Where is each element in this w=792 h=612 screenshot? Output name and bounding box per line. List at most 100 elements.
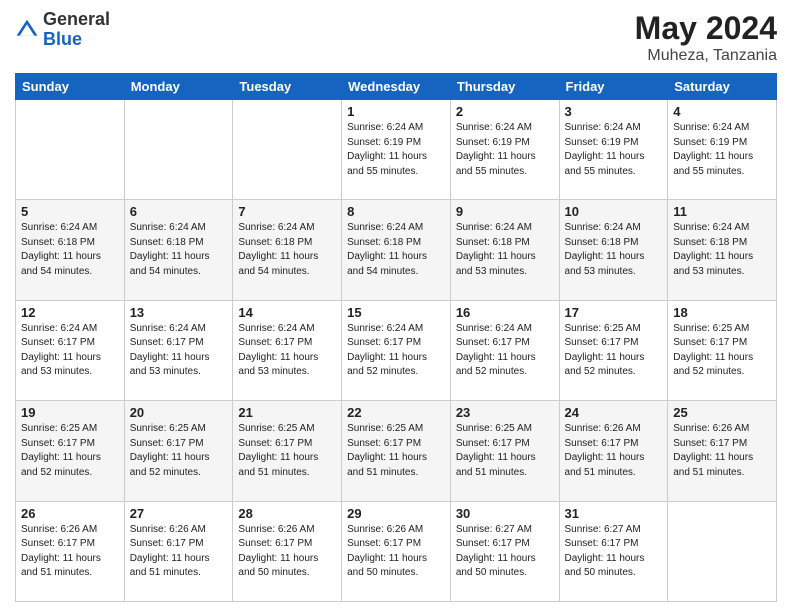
header: General Blue May 2024 Muheza, Tanzania xyxy=(15,10,777,65)
table-cell: 20 Sunrise: 6:25 AM Sunset: 6:17 PM Dayli… xyxy=(124,401,233,501)
day-number: 23 xyxy=(456,405,554,420)
calendar: Sunday Monday Tuesday Wednesday Thursday… xyxy=(15,73,777,602)
table-cell: 13Sunrise: 6:24 AM Sunset: 6:17 PM Dayli… xyxy=(124,300,233,400)
day-number: 12 xyxy=(21,305,119,320)
day-number: 20 xyxy=(130,405,228,420)
day-info: Sunrise: 6:24 AM Sunset: 6:18 PM Dayligh… xyxy=(565,221,663,279)
day-number: 11 xyxy=(673,204,771,219)
day-info: Sunrise: 6:25 AM Sunset: 6:17 PM Dayligh… xyxy=(21,422,119,480)
table-cell: 17 Sunrise: 6:25 AM Sunset: 6:17 PM Dayli… xyxy=(559,300,668,400)
table-cell: 21Sunrise: 6:25 AM Sunset: 6:17 PM Dayli… xyxy=(233,401,342,501)
day-number: 17 xyxy=(565,305,663,320)
day-info: Sunrise: 6:24 AM Sunset: 6:17 PM Dayligh… xyxy=(130,322,228,380)
day-info: Sunrise: 6:24 AM Sunset: 6:19 PM Dayligh… xyxy=(565,121,663,179)
day-info: Sunrise: 6:24 AM Sunset: 6:17 PM Dayligh… xyxy=(238,322,336,380)
day-number: 19 xyxy=(21,405,119,420)
table-cell: 1Sunrise: 6:24 AM Sunset: 6:19 PM Daylig… xyxy=(342,100,451,200)
day-number: 14 xyxy=(238,305,336,320)
day-number: 25 xyxy=(673,405,771,420)
table-cell: 23 Sunrise: 6:25 AM Sunset: 6:17 PM Dayli… xyxy=(450,401,559,501)
day-info: Sunrise: 6:27 AM Sunset: 6:17 PM Dayligh… xyxy=(565,523,663,581)
col-friday: Friday xyxy=(559,74,668,100)
logo-text: General Blue xyxy=(43,10,110,50)
table-cell: 2Sunrise: 6:24 AM Sunset: 6:19 PM Daylig… xyxy=(450,100,559,200)
table-cell: 3Sunrise: 6:24 AM Sunset: 6:19 PM Daylig… xyxy=(559,100,668,200)
table-cell: 14 Sunrise: 6:24 AM Sunset: 6:17 PM Dayli… xyxy=(233,300,342,400)
day-info: Sunrise: 6:24 AM Sunset: 6:18 PM Dayligh… xyxy=(673,221,771,279)
table-cell: 6Sunrise: 6:24 AM Sunset: 6:18 PM Daylig… xyxy=(124,200,233,300)
day-info: Sunrise: 6:24 AM Sunset: 6:18 PM Dayligh… xyxy=(456,221,554,279)
table-cell: 18 Sunrise: 6:25 AM Sunset: 6:17 PM Dayli… xyxy=(668,300,777,400)
table-cell: 8 Sunrise: 6:24 AM Sunset: 6:18 PM Daylig… xyxy=(342,200,451,300)
day-number: 30 xyxy=(456,506,554,521)
table-cell: 10Sunrise: 6:24 AM Sunset: 6:18 PM Dayli… xyxy=(559,200,668,300)
day-info: Sunrise: 6:27 AM Sunset: 6:17 PM Dayligh… xyxy=(456,523,554,581)
col-wednesday: Wednesday xyxy=(342,74,451,100)
logo: General Blue xyxy=(15,10,110,50)
col-sunday: Sunday xyxy=(16,74,125,100)
day-info: Sunrise: 6:24 AM Sunset: 6:17 PM Dayligh… xyxy=(347,322,445,380)
calendar-week-row: 1 Sunrise: 6:24 AM Sunset: 6:19 PM Daylig… xyxy=(16,100,777,200)
day-number: 26 xyxy=(21,506,119,521)
day-info: Sunrise: 6:26 AM Sunset: 6:17 PM Dayligh… xyxy=(673,422,771,480)
table-cell: 15 Sunrise: 6:24 AM Sunset: 6:17 PM Dayli… xyxy=(342,300,451,400)
logo-icon xyxy=(15,18,39,42)
day-info: Sunrise: 6:25 AM Sunset: 6:17 PM Dayligh… xyxy=(673,322,771,380)
day-number: 6 xyxy=(130,204,228,219)
title-block: May 2024 Muheza, Tanzania xyxy=(635,10,777,65)
day-info: Sunrise: 6:25 AM Sunset: 6:17 PM Dayligh… xyxy=(565,322,663,380)
day-number: 8 xyxy=(347,204,445,219)
day-number: 4 xyxy=(673,104,771,119)
day-number: 15 xyxy=(347,305,445,320)
calendar-week-row: 26 Sunrise: 6:26 AM Sunset: 6:17 PM Dayli… xyxy=(16,501,777,601)
col-monday: Monday xyxy=(124,74,233,100)
table-cell xyxy=(16,100,125,200)
day-info: Sunrise: 6:26 AM Sunset: 6:17 PM Dayligh… xyxy=(21,523,119,581)
day-info: Sunrise: 6:25 AM Sunset: 6:17 PM Dayligh… xyxy=(130,422,228,480)
day-number: 5 xyxy=(21,204,119,219)
table-cell: 22Sunrise: 6:25 AM Sunset: 6:17 PM Dayli… xyxy=(342,401,451,501)
table-cell: 4 Sunrise: 6:24 AM Sunset: 6:19 PM Daylig… xyxy=(668,100,777,200)
day-info: Sunrise: 6:24 AM Sunset: 6:18 PM Dayligh… xyxy=(347,221,445,279)
logo-general: General xyxy=(43,9,110,29)
day-info: Sunrise: 6:25 AM Sunset: 6:17 PM Dayligh… xyxy=(456,422,554,480)
day-number: 31 xyxy=(565,506,663,521)
day-number: 18 xyxy=(673,305,771,320)
day-number: 1 xyxy=(347,104,445,119)
day-info: Sunrise: 6:26 AM Sunset: 6:17 PM Dayligh… xyxy=(565,422,663,480)
col-thursday: Thursday xyxy=(450,74,559,100)
calendar-week-row: 19 Sunrise: 6:25 AM Sunset: 6:17 PM Dayli… xyxy=(16,401,777,501)
table-cell: 12Sunrise: 6:24 AM Sunset: 6:17 PM Dayli… xyxy=(16,300,125,400)
table-cell xyxy=(668,501,777,601)
day-number: 24 xyxy=(565,405,663,420)
day-number: 29 xyxy=(347,506,445,521)
location: Muheza, Tanzania xyxy=(635,47,777,65)
day-info: Sunrise: 6:25 AM Sunset: 6:17 PM Dayligh… xyxy=(238,422,336,480)
table-cell: 25 Sunrise: 6:26 AM Sunset: 6:17 PM Dayli… xyxy=(668,401,777,501)
page: General Blue May 2024 Muheza, Tanzania S… xyxy=(0,0,792,612)
day-number: 16 xyxy=(456,305,554,320)
day-number: 9 xyxy=(456,204,554,219)
table-cell xyxy=(233,100,342,200)
table-cell: 26 Sunrise: 6:26 AM Sunset: 6:17 PM Dayli… xyxy=(16,501,125,601)
table-cell: 9 Sunrise: 6:24 AM Sunset: 6:18 PM Daylig… xyxy=(450,200,559,300)
day-info: Sunrise: 6:24 AM Sunset: 6:18 PM Dayligh… xyxy=(21,221,119,279)
calendar-week-row: 12 Sunrise: 6:24 AM Sunset: 6:17 PM Dayli… xyxy=(16,300,777,400)
day-info: Sunrise: 6:26 AM Sunset: 6:17 PM Dayligh… xyxy=(130,523,228,581)
day-info: Sunrise: 6:24 AM Sunset: 6:18 PM Dayligh… xyxy=(238,221,336,279)
month-year: May 2024 xyxy=(635,10,777,47)
col-tuesday: Tuesday xyxy=(233,74,342,100)
table-cell: 30 Sunrise: 6:27 AM Sunset: 6:17 PM Dayli… xyxy=(450,501,559,601)
table-cell: 31 Sunrise: 6:27 AM Sunset: 6:17 PM Dayli… xyxy=(559,501,668,601)
table-cell: 19 Sunrise: 6:25 AM Sunset: 6:17 PM Dayli… xyxy=(16,401,125,501)
table-cell: 5 Sunrise: 6:24 AM Sunset: 6:18 PM Daylig… xyxy=(16,200,125,300)
col-saturday: Saturday xyxy=(668,74,777,100)
table-cell: 7Sunrise: 6:24 AM Sunset: 6:18 PM Daylig… xyxy=(233,200,342,300)
day-number: 27 xyxy=(130,506,228,521)
table-cell: 11 Sunrise: 6:24 AM Sunset: 6:18 PM Dayli… xyxy=(668,200,777,300)
calendar-header-row: Sunday Monday Tuesday Wednesday Thursday… xyxy=(16,74,777,100)
day-info: Sunrise: 6:24 AM Sunset: 6:19 PM Dayligh… xyxy=(673,121,771,179)
day-number: 28 xyxy=(238,506,336,521)
day-info: Sunrise: 6:25 AM Sunset: 6:17 PM Dayligh… xyxy=(347,422,445,480)
table-cell: 29Sunrise: 6:26 AM Sunset: 6:17 PM Dayli… xyxy=(342,501,451,601)
